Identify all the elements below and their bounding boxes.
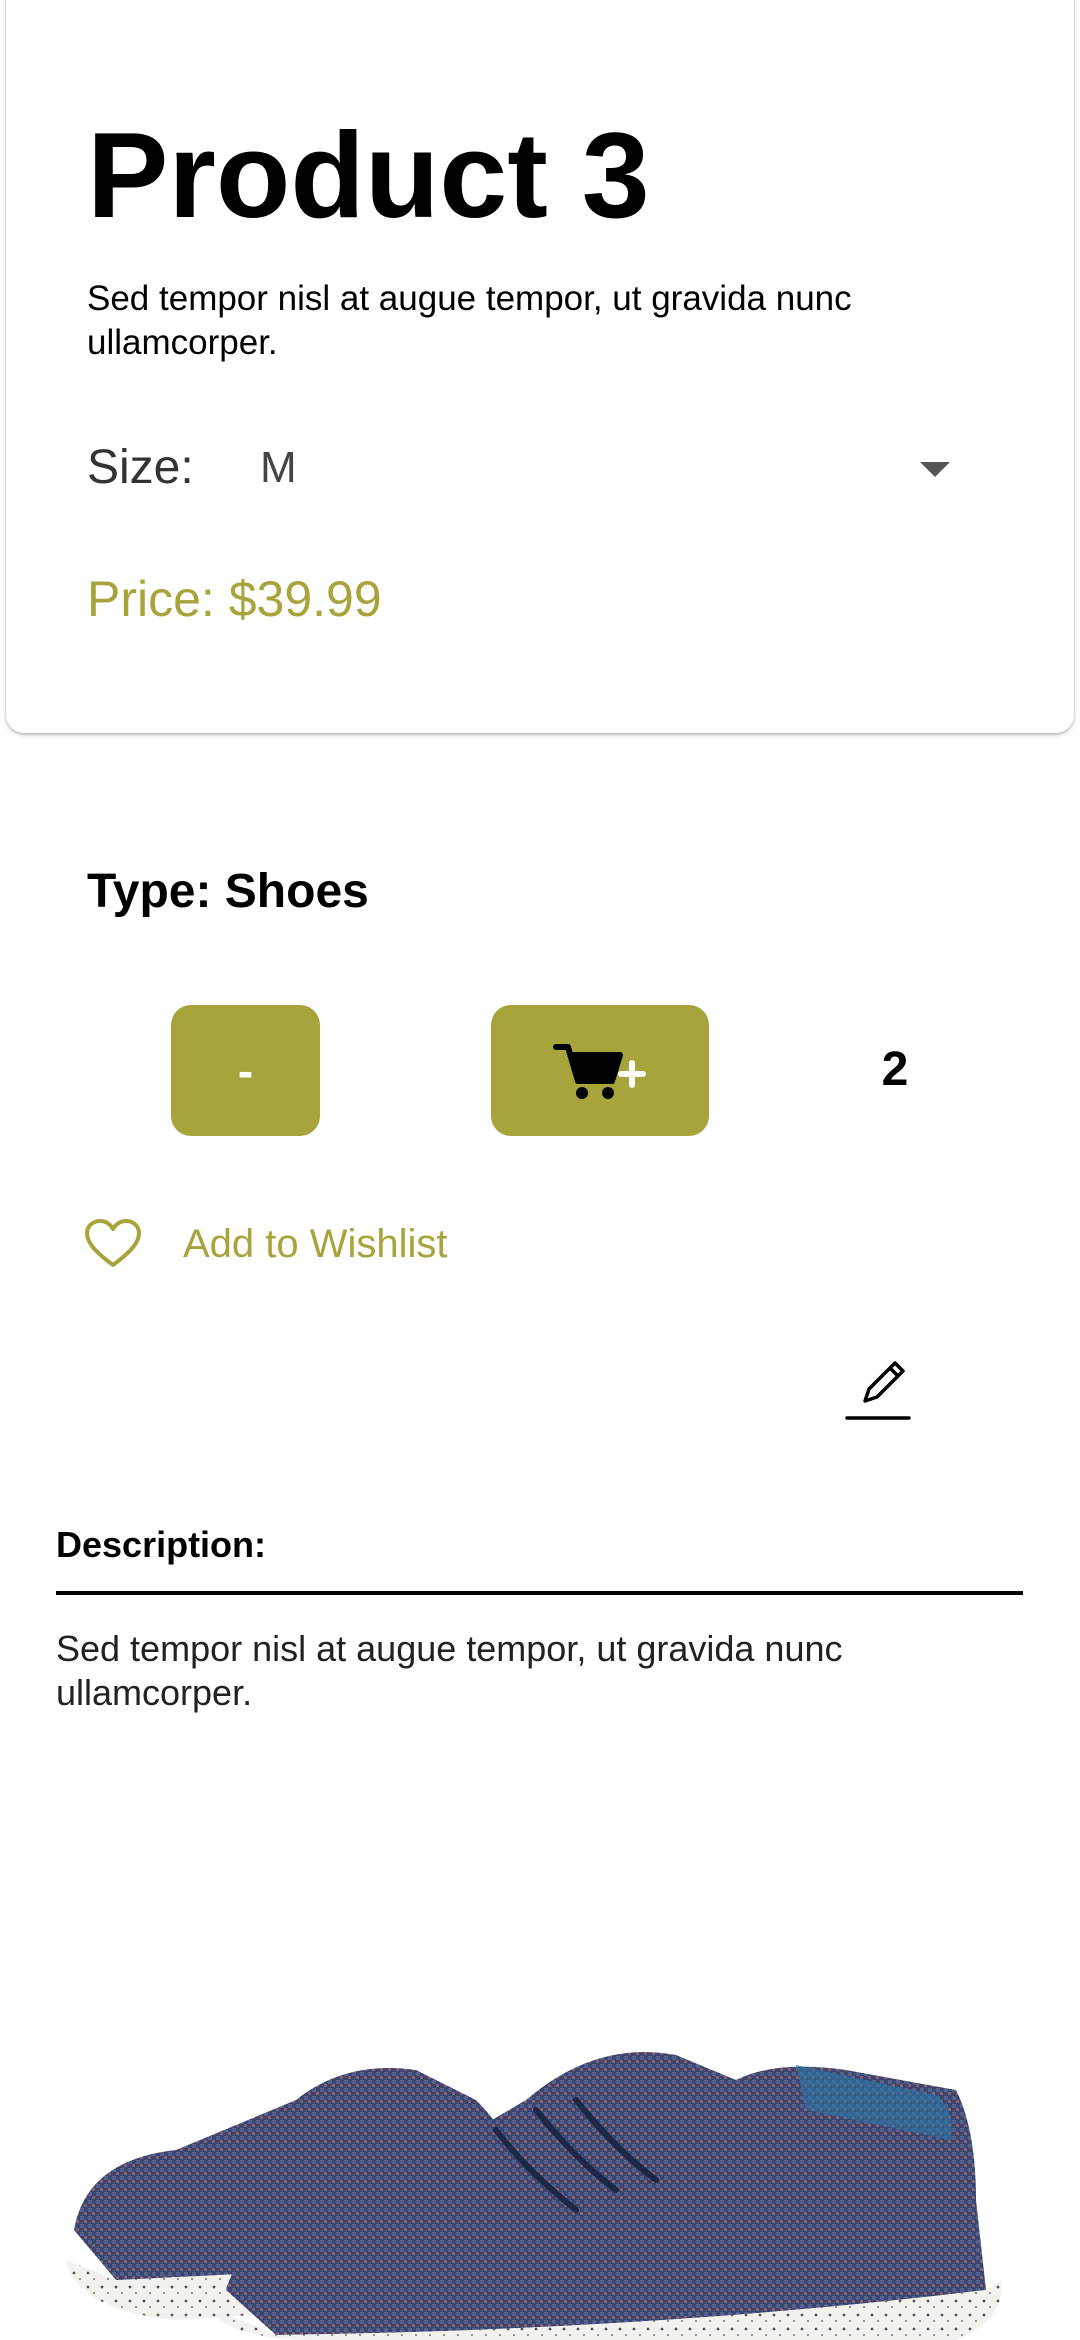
- product-type: Type: Shoes: [87, 865, 369, 918]
- minus-label: -: [237, 1044, 254, 1097]
- product-image: [56, 1960, 1026, 2340]
- edit-button[interactable]: [845, 1353, 911, 1423]
- size-selected-value: M: [260, 443, 297, 492]
- size-dropdown[interactable]: M: [260, 428, 950, 508]
- pencil-edit-icon: [845, 1361, 911, 1420]
- product-detail-page: Product 3 Sed tempor nisl at augue tempo…: [0, 0, 1080, 2340]
- quantity-value: 2: [881, 1043, 909, 1096]
- size-label: Size:: [87, 441, 194, 494]
- add-to-wishlist-button[interactable]: Add to Wishlist: [84, 1218, 448, 1270]
- description-label: Description:: [56, 1524, 267, 1565]
- wishlist-label: Add to Wishlist: [183, 1222, 448, 1266]
- decrease-quantity-button[interactable]: -: [171, 1005, 320, 1136]
- description-text: Sed tempor nisl at augue tempor, ut grav…: [56, 1628, 843, 1713]
- product-price: Price: $39.99: [87, 571, 382, 627]
- cart-plus-icon: [553, 1043, 646, 1099]
- product-title: Product 3: [87, 107, 650, 243]
- add-to-cart-button[interactable]: [491, 1005, 709, 1136]
- shoe-illustration: [66, 2052, 1002, 2340]
- description-divider: [56, 1591, 1023, 1595]
- heart-outline-icon: [85, 1219, 141, 1267]
- dropdown-arrow-icon: [920, 462, 950, 477]
- product-subtitle: Sed tempor nisl at augue tempor, ut grav…: [87, 279, 852, 362]
